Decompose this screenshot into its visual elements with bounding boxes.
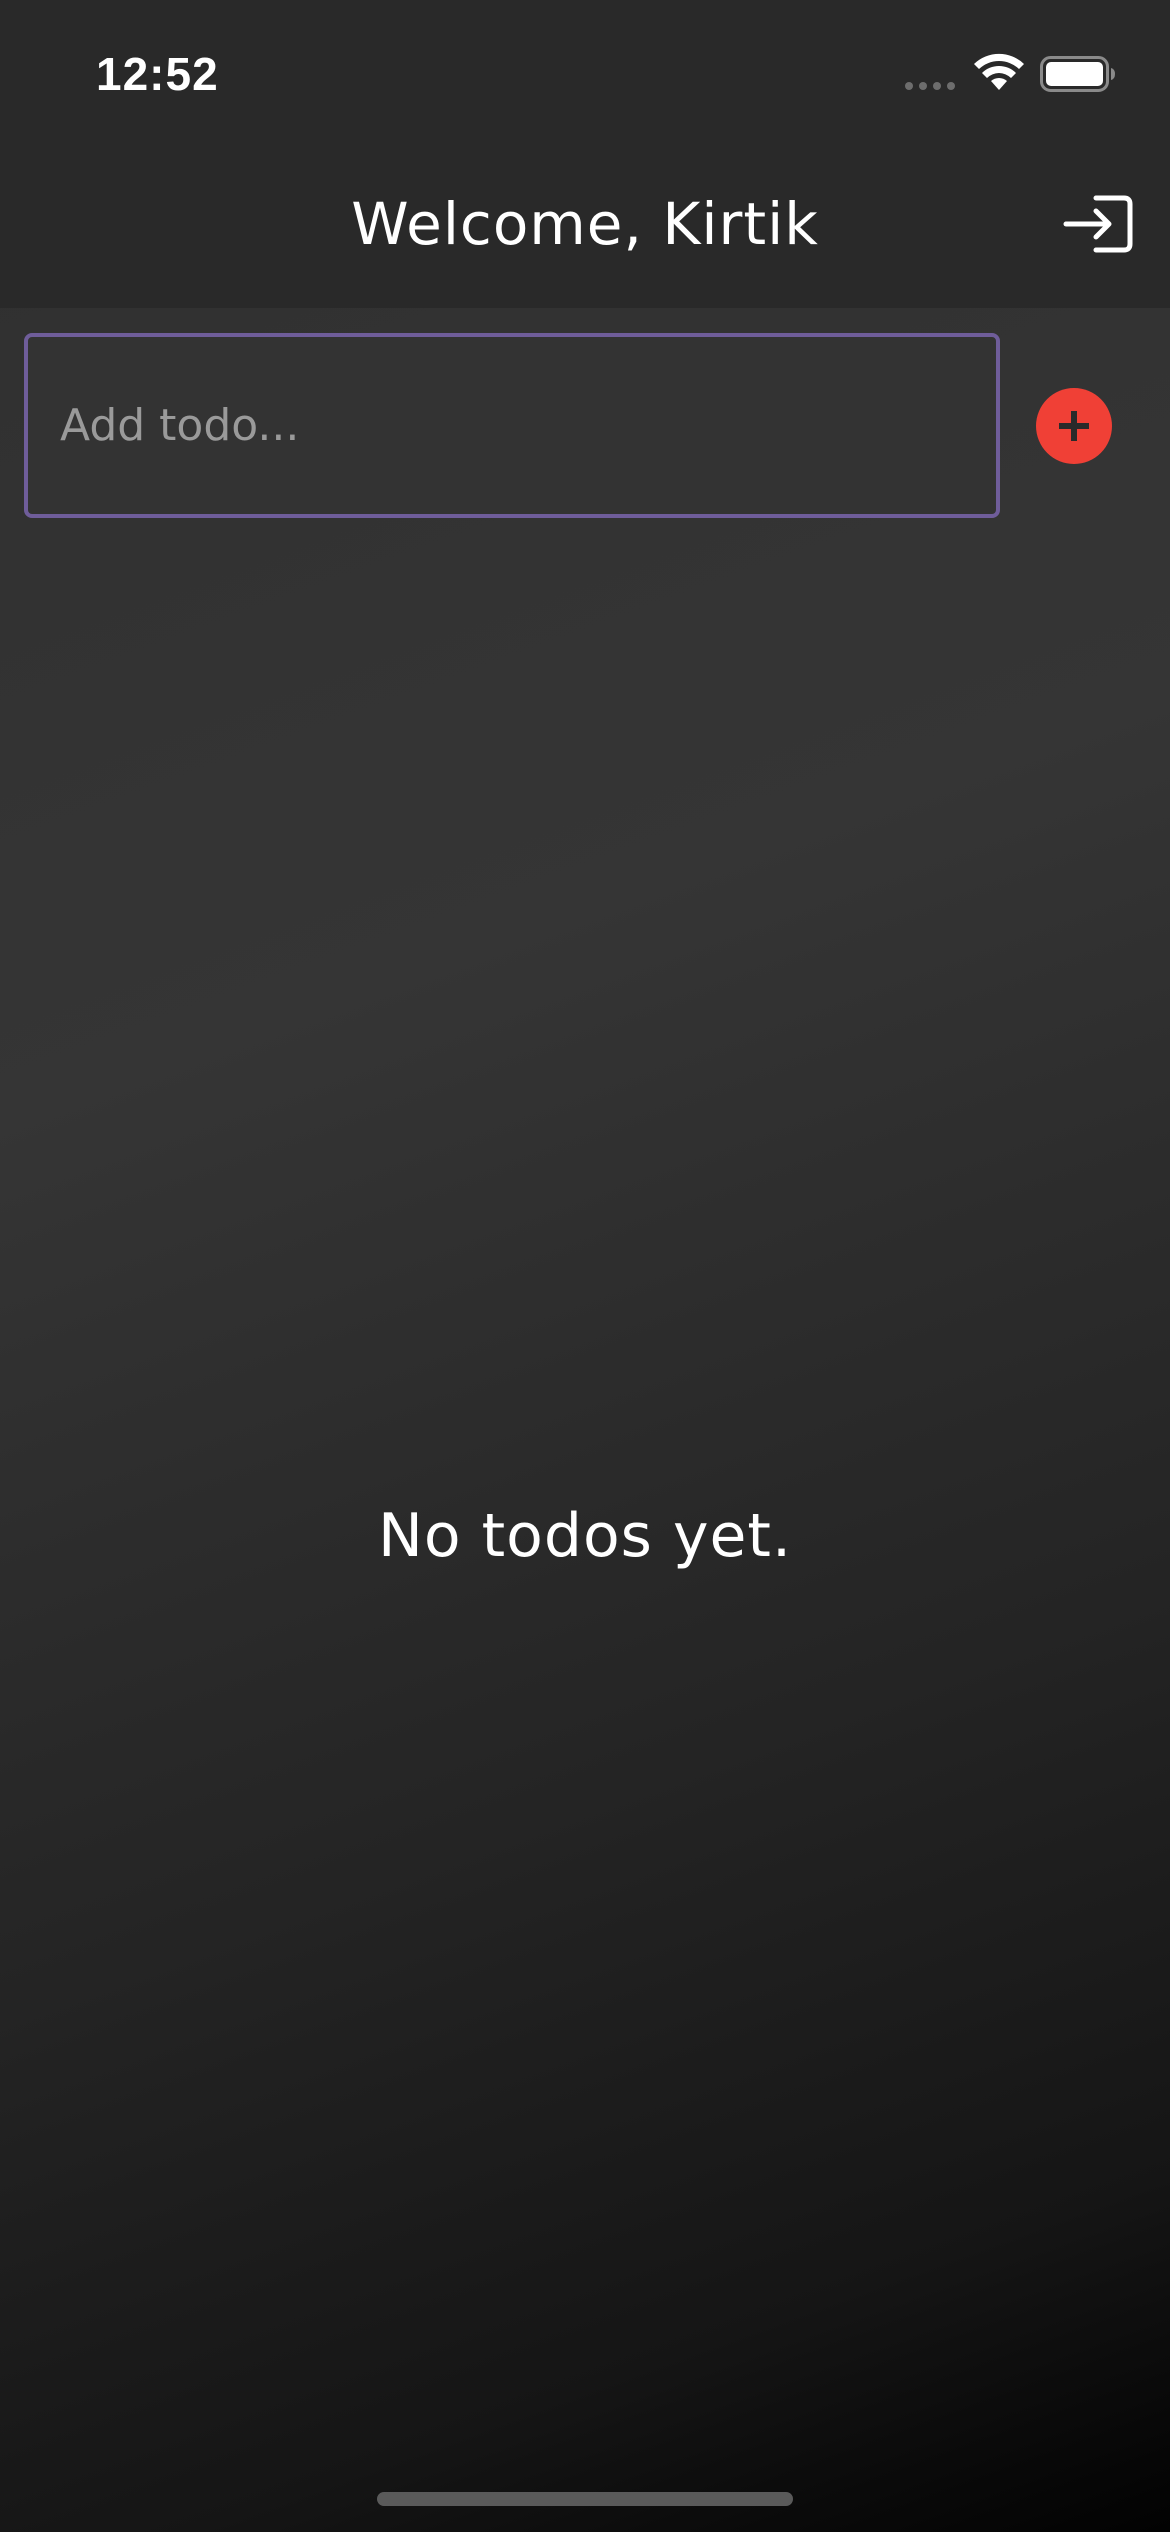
wifi-icon — [974, 53, 1024, 90]
status-bar-time: 12:52 — [96, 48, 219, 100]
plus-icon — [1059, 411, 1089, 441]
page-title: Welcome, Kirtik — [351, 190, 819, 258]
app-screen: 12:52 Welcome, Kirtik No todos yet. — [0, 0, 1170, 2532]
logout-button[interactable] — [1062, 192, 1134, 256]
empty-state-message: No todos yet. — [377, 1501, 793, 1571]
battery-icon — [1040, 56, 1115, 92]
todo-input[interactable] — [24, 333, 1000, 518]
home-indicator[interactable] — [377, 2492, 793, 2506]
login-arrow-icon — [1063, 195, 1133, 253]
add-todo-button[interactable] — [1036, 388, 1112, 464]
cellular-signal-icon — [905, 82, 955, 90]
